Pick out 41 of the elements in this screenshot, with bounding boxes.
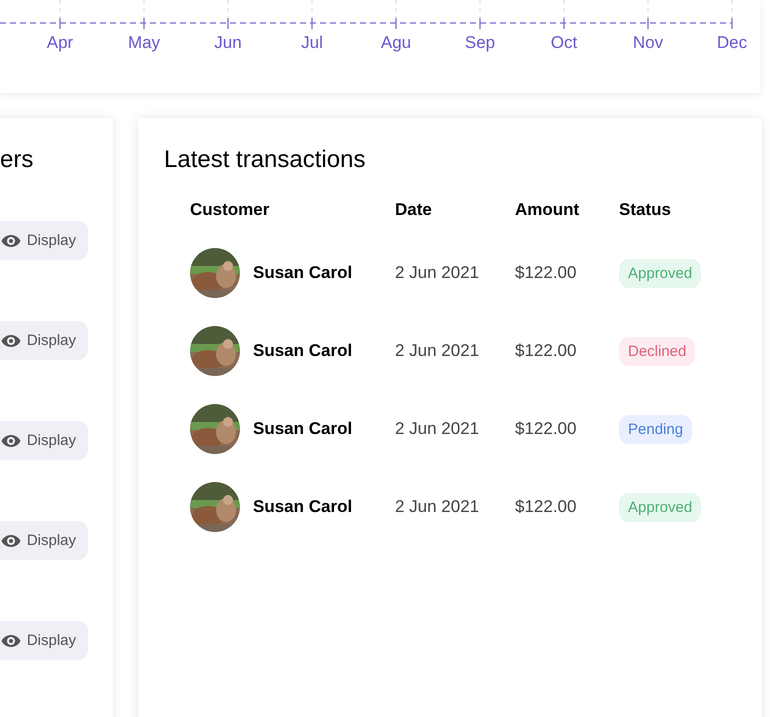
column-header: Status (619, 200, 672, 221)
amount-text: $122.00 (515, 341, 576, 360)
eye-icon (0, 334, 21, 348)
amount-text: $122.00 (515, 497, 576, 516)
month-label: Agu (380, 33, 412, 53)
eye-icon (0, 434, 21, 448)
column-header: Date (395, 200, 515, 234)
month-label: Oct (550, 33, 578, 53)
amount-text: $122.00 (515, 263, 576, 282)
status-badge: Declined (619, 336, 696, 366)
date-text: 2 Jun 2021 (395, 341, 480, 360)
customer-name: Susan Carol (253, 263, 352, 283)
card-title: Latest transactions (164, 146, 366, 174)
month-label: Jun (213, 33, 243, 53)
status-badge: Pending (619, 414, 692, 444)
display-button[interactable]: Display (0, 621, 88, 660)
display-button[interactable]: Display (0, 321, 88, 360)
eye-icon (0, 234, 21, 248)
column-header: Amount (515, 200, 580, 221)
customer-name: Susan Carol (253, 497, 352, 517)
eye-icon (0, 534, 21, 548)
month-label: May (126, 33, 162, 53)
display-button[interactable]: Display (0, 521, 88, 560)
customer-name: Susan Carol (253, 341, 352, 361)
date-text: 2 Jun 2021 (395, 263, 480, 282)
month-label: Dec (716, 33, 748, 53)
column-header: Customer (190, 200, 270, 221)
display-button[interactable]: Display (0, 221, 88, 260)
month-label: Nov (632, 33, 664, 53)
eye-icon (0, 634, 21, 648)
date-text: 2 Jun 2021 (395, 419, 480, 438)
status-badge: Approved (619, 492, 702, 522)
month-label: Apr (46, 33, 74, 53)
display-button[interactable]: Display (0, 421, 88, 460)
customer-name: Susan Carol (253, 419, 352, 439)
date-text: 2 Jun 2021 (395, 497, 480, 516)
card-title: ers (0, 146, 34, 175)
status-badge: Approved (619, 258, 702, 288)
month-label: Jul (300, 33, 324, 53)
amount-text: $122.00 (515, 419, 576, 438)
month-label: Sep (464, 33, 496, 53)
